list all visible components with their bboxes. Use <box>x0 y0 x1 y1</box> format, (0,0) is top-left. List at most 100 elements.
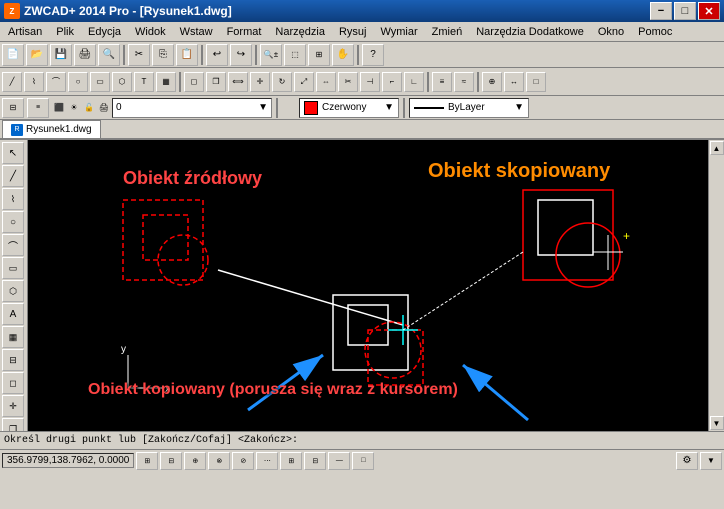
hatch-left-btn[interactable]: ▦ <box>2 326 24 348</box>
maximize-button[interactable]: □ <box>674 2 696 20</box>
move-left-btn[interactable]: ✛ <box>2 395 24 417</box>
polygon-left-btn[interactable]: ⬡ <box>2 280 24 302</box>
erase-btn[interactable]: ◻ <box>184 72 204 92</box>
polygon-btn[interactable]: ⬡ <box>112 72 132 92</box>
title-bar: Z ZWCAD+ 2014 Pro - [Rysunek1.dwg] − □ ✕ <box>0 0 724 22</box>
dist-btn[interactable]: ↔ <box>504 72 524 92</box>
zoom-window-btn[interactable]: ⬚ <box>284 44 306 66</box>
scale-btn[interactable]: ⤢ <box>294 72 314 92</box>
close-button[interactable]: ✕ <box>698 2 720 20</box>
copy-btn[interactable]: ⎘ <box>152 44 174 66</box>
chamfer-btn[interactable]: ∟ <box>404 72 424 92</box>
circle-btn[interactable]: ○ <box>68 72 88 92</box>
menu-artisan[interactable]: Artisan <box>2 23 48 41</box>
copy-obj-btn[interactable]: ❐ <box>206 72 226 92</box>
pan-btn[interactable]: ✋ <box>332 44 354 66</box>
menu-widok[interactable]: Widok <box>129 23 172 41</box>
menu-wymiar[interactable]: Wymiar <box>374 23 423 41</box>
layer-control: ⬛ ☀ 🔓 🖨 0 ▼ <box>52 98 272 118</box>
line-left-btn[interactable]: ╱ <box>2 165 24 187</box>
menu-edycja[interactable]: Edycja <box>82 23 127 41</box>
snap-btn[interactable]: ⊞ <box>136 452 158 470</box>
arc-left-btn[interactable]: ⌒ <box>2 234 24 256</box>
rect-left-btn[interactable]: ▭ <box>2 257 24 279</box>
redo-btn[interactable]: ↪ <box>230 44 252 66</box>
menu-narzedzia[interactable]: Narzędzia <box>269 23 331 41</box>
color-dropdown[interactable]: Czerwony ▼ <box>299 98 399 118</box>
scroll-down-btn[interactable]: ▼ <box>710 416 724 430</box>
linetype-dropdown[interactable]: ByLayer ▼ <box>409 98 529 118</box>
linetype-dropdown-arrow: ▼ <box>514 102 524 113</box>
line-btn[interactable]: ╱ <box>2 72 22 92</box>
menu-okno[interactable]: Okno <box>592 23 630 41</box>
layer-state-btn[interactable]: ≡ <box>27 98 49 118</box>
settings-btn[interactable]: ⚙ <box>676 452 698 470</box>
menu-narzedzia-dodatkowe[interactable]: Narzędzia Dodatkowe <box>470 23 590 41</box>
zoom-all-btn[interactable]: ⊞ <box>308 44 330 66</box>
circle-left-btn[interactable]: ○ <box>2 211 24 233</box>
osnap-btn[interactable]: ⊕ <box>482 72 502 92</box>
area-btn[interactable]: □ <box>526 72 546 92</box>
grid-btn[interactable]: ⊟ <box>160 452 182 470</box>
zoom-realtime-btn[interactable]: 🔍± <box>260 44 282 66</box>
print-btn[interactable]: 🖨 <box>74 44 96 66</box>
toolbar-row-1: 📄 📂 💾 🖨 🔍 ✂ ⎘ 📋 ↩ ↪ 🔍± ⬚ ⊞ ✋ ? <box>0 42 724 68</box>
rotate-btn[interactable]: ↻ <box>272 72 292 92</box>
properties-btn[interactable]: ≡ <box>432 72 452 92</box>
print-preview-btn[interactable]: 🔍 <box>98 44 120 66</box>
polar-btn[interactable]: ⊗ <box>208 452 230 470</box>
menu-wstaw[interactable]: Wstaw <box>174 23 219 41</box>
help-btn[interactable]: ? <box>362 44 384 66</box>
osnap-status-btn[interactable]: ⊘ <box>232 452 254 470</box>
extend-btn[interactable]: ⊣ <box>360 72 380 92</box>
save-btn[interactable]: 💾 <box>50 44 72 66</box>
status-extra-btn[interactable]: ▼ <box>700 452 722 470</box>
scroll-up-btn[interactable]: ▲ <box>710 141 724 155</box>
move-btn[interactable]: ✛ <box>250 72 270 92</box>
select-btn[interactable]: ↖ <box>2 142 24 164</box>
text-left-btn[interactable]: A <box>2 303 24 325</box>
otrack-btn[interactable]: ⋯ <box>256 452 278 470</box>
drawing-svg: + x y <box>28 140 708 431</box>
stretch-btn[interactable]: ⇔ <box>316 72 336 92</box>
copy-left-btn[interactable]: ❐ <box>2 418 24 431</box>
paste-btn[interactable]: 📋 <box>176 44 198 66</box>
layer-manager-btn[interactable]: ⊟ <box>2 98 24 118</box>
dyn-btn[interactable]: ⊟ <box>304 452 326 470</box>
new-file-btn[interactable]: 📄 <box>2 44 24 66</box>
polyline-btn[interactable]: ⌇ <box>24 72 44 92</box>
linetype-label: ByLayer <box>448 102 485 113</box>
menu-plik[interactable]: Plik <box>50 23 80 41</box>
open-file-btn[interactable]: 📂 <box>26 44 48 66</box>
fillet-btn[interactable]: ⌐ <box>382 72 402 92</box>
command-text: Określ drugi punkt lub [Zakończ/Cofaj] <… <box>4 435 298 446</box>
status-bar: 356.9799,138.7962, 0.0000 ⊞ ⊟ ⊕ ⊗ ⊘ ⋯ ⊞ … <box>0 449 724 471</box>
ducs-btn[interactable]: ⊞ <box>280 452 302 470</box>
tab-icon: R <box>11 124 23 136</box>
model-btn[interactable]: □ <box>352 452 374 470</box>
menu-format[interactable]: Format <box>221 23 268 41</box>
undo-btn[interactable]: ↩ <box>206 44 228 66</box>
lw-btn[interactable]: — <box>328 452 350 470</box>
minimize-button[interactable]: − <box>650 2 672 20</box>
hatch-btn[interactable]: ▦ <box>156 72 176 92</box>
arc-btn[interactable]: ⌒ <box>46 72 66 92</box>
sep4 <box>357 45 359 65</box>
rect-btn[interactable]: ▭ <box>90 72 110 92</box>
erase-left-btn[interactable]: ◻ <box>2 372 24 394</box>
command-line: Określ drugi punkt lub [Zakończ/Cofaj] <… <box>0 431 724 449</box>
layer-dropdown[interactable]: 0 ▼ <box>112 98 272 118</box>
region-left-btn[interactable]: ⊟ <box>2 349 24 371</box>
mirror-btn[interactable]: ⟺ <box>228 72 248 92</box>
trim-btn[interactable]: ✂ <box>338 72 358 92</box>
matchprop-btn[interactable]: ≈ <box>454 72 474 92</box>
menu-rysuj[interactable]: Rysuj <box>333 23 373 41</box>
menu-zmien[interactable]: Zmień <box>426 23 469 41</box>
cut-btn[interactable]: ✂ <box>128 44 150 66</box>
text-btn[interactable]: T <box>134 72 154 92</box>
polyline-left-btn[interactable]: ⌇ <box>2 188 24 210</box>
drawing-canvas[interactable]: + x y <box>28 140 708 431</box>
tab-rysunek1[interactable]: R Rysunek1.dwg <box>2 120 101 138</box>
menu-pomoc[interactable]: Pomoc <box>632 23 678 41</box>
ortho-btn[interactable]: ⊕ <box>184 452 206 470</box>
